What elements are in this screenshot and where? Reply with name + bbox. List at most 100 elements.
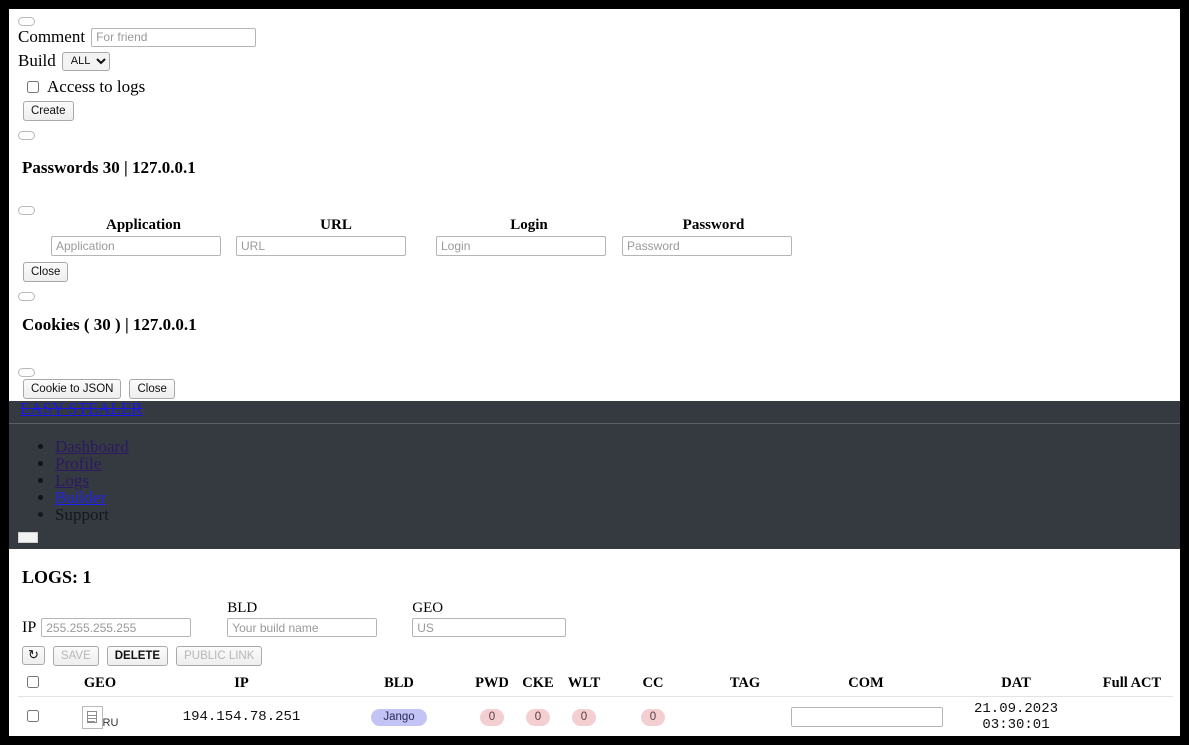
passwords-col-url: URL (320, 217, 352, 233)
access-to-logs-label: Access to logs (47, 77, 146, 96)
application-input[interactable] (51, 236, 221, 256)
logs-title: LOGS: 1 (22, 567, 92, 587)
header-full-act[interactable]: Full ACT (1091, 671, 1173, 697)
navbar-brand[interactable]: EASY STEALER (9, 400, 143, 417)
cell-tag (699, 696, 791, 736)
nav-item-logs[interactable]: Logs (55, 472, 1180, 489)
header-pwd[interactable]: PWD (469, 671, 515, 697)
pwd-count-badge: 0 (479, 708, 505, 726)
logs-table: GEO IP BLD PWD CKE WLT CC TAG COM DAT Fu… (18, 671, 1173, 736)
cookies-close-button[interactable]: Close (129, 379, 175, 399)
cell-dat: 21.09.2023 03:30:01 (941, 696, 1091, 736)
login-input-cell (436, 236, 622, 256)
create-button-row: Create (9, 101, 1180, 121)
header-cc[interactable]: CC (607, 671, 699, 697)
header-ip[interactable]: IP (154, 671, 329, 697)
create-button[interactable]: Create (23, 101, 74, 121)
public-link-button[interactable]: PUBLIC LINK (176, 646, 263, 666)
header-com[interactable]: COM (791, 671, 941, 697)
cell-cc: 0 (607, 696, 699, 736)
collapsed-marker-cookies (18, 368, 35, 377)
bld-filter-group: BLD (227, 600, 378, 637)
access-to-logs-checkbox[interactable] (27, 81, 39, 93)
cookies-section: Cookies ( 30 ) | 127.0.0.1 Cookie to JSO… (9, 315, 1180, 399)
geo-filter-group: GEO (412, 600, 567, 637)
collapsed-marker-top (18, 17, 35, 26)
cell-geo: RU (46, 696, 154, 736)
cell-wlt: 0 (561, 696, 607, 736)
save-button[interactable]: SAVE (52, 646, 99, 666)
passwords-button-row: Close (9, 262, 1180, 282)
nav-link-support: Support (55, 505, 109, 524)
logs-action-row: ↻ SAVE DELETE PUBLIC LINK (9, 646, 1180, 666)
passwords-col-login: Login (510, 217, 548, 233)
bld-filter-label: BLD (227, 600, 258, 616)
bld-filter-input[interactable] (227, 618, 378, 637)
page-frame: Comment Build ALL Access to logs Create … (9, 9, 1180, 736)
password-input-cell (622, 236, 805, 256)
navbar: EASY STEALER Dashboard Profile Logs Buil… (9, 400, 1180, 549)
passwords-close-button[interactable]: Close (23, 262, 69, 282)
cell-full-act (1091, 696, 1173, 736)
cell-ip: 194.154.78.251 (154, 696, 329, 736)
build-label: Build (18, 51, 56, 70)
password-input[interactable] (622, 236, 792, 256)
header-cke[interactable]: CKE (515, 671, 561, 697)
cell-bld: Jango (329, 696, 469, 736)
ip-filter-group: IP (22, 618, 192, 637)
cookie-to-json-button[interactable]: Cookie to JSON (23, 379, 122, 399)
header-dat[interactable]: DAT (941, 671, 1091, 697)
geo-code: RU (102, 716, 119, 729)
passwords-form: Application URL Login Password (51, 217, 1180, 256)
cke-count-badge: 0 (525, 708, 551, 726)
flag-broken-image-icon (81, 705, 103, 729)
login-input[interactable] (436, 236, 606, 256)
select-all-checkbox[interactable] (26, 676, 39, 688)
build-badge: Jango (371, 708, 427, 726)
header-geo[interactable]: GEO (46, 671, 154, 697)
logs-table-header-row: GEO IP BLD PWD CKE WLT CC TAG COM DAT Fu… (18, 671, 1173, 697)
logs-section: LOGS: 1 IP BLD GEO ↻ SAVE DELETE PUBLIC … (9, 567, 1180, 736)
cookies-heading: Cookies ( 30 ) | 127.0.0.1 (22, 315, 197, 334)
table-row[interactable]: RU 194.154.78.251 Jango 0 0 0 0 21.09.20… (18, 696, 1173, 736)
url-input-cell (236, 236, 436, 256)
navbar-corner-marker (18, 532, 38, 543)
nav-item-dashboard[interactable]: Dashboard (55, 438, 1180, 455)
build-field-row: Build ALL (9, 50, 1180, 72)
comment-field-row: Comment (9, 26, 1180, 48)
comment-input[interactable] (91, 27, 257, 47)
refresh-icon[interactable]: ↻ (22, 646, 45, 665)
passwords-heading: Passwords 30 | 127.0.0.1 (22, 158, 196, 177)
nav-item-builder[interactable]: Builder (55, 489, 1180, 506)
build-select[interactable]: ALL (61, 51, 110, 71)
comment-cell-input[interactable] (791, 707, 943, 727)
url-input[interactable] (236, 236, 406, 256)
geo-filter-label: GEO (412, 600, 444, 616)
collapsed-marker-cookies-top (18, 292, 35, 301)
cc-count-badge: 0 (640, 708, 666, 726)
comment-label: Comment (18, 27, 86, 46)
delete-button[interactable]: DELETE (106, 646, 169, 666)
access-to-logs-row[interactable]: Access to logs (9, 76, 1180, 98)
geo-filter-input[interactable] (412, 618, 567, 637)
nav-item-profile[interactable]: Profile (55, 455, 1180, 472)
cell-com (791, 696, 943, 736)
row-select-checkbox[interactable] (26, 710, 39, 722)
select-all-header (18, 671, 46, 697)
ip-filter-label: IP (22, 618, 37, 636)
header-bld[interactable]: BLD (329, 671, 469, 697)
cell-pwd: 0 (469, 696, 515, 736)
passwords-section: Passwords 30 | 127.0.0.1 Application URL… (9, 158, 1180, 301)
create-build-form: Comment Build ALL Access to logs Create (9, 17, 1180, 140)
ip-filter-input[interactable] (41, 618, 192, 637)
row-select-cell (18, 696, 46, 736)
application-input-cell (51, 236, 236, 256)
wlt-count-badge: 0 (571, 708, 597, 726)
header-tag[interactable]: TAG (699, 671, 791, 697)
collapsed-marker-after-create (18, 131, 35, 140)
cookies-button-row: Cookie to JSON Close (9, 379, 1180, 399)
logs-filter-row: IP BLD GEO (9, 600, 1180, 637)
nav-item-support[interactable]: Support (55, 506, 1180, 523)
passwords-col-application: Application (105, 217, 181, 233)
header-wlt[interactable]: WLT (561, 671, 607, 697)
